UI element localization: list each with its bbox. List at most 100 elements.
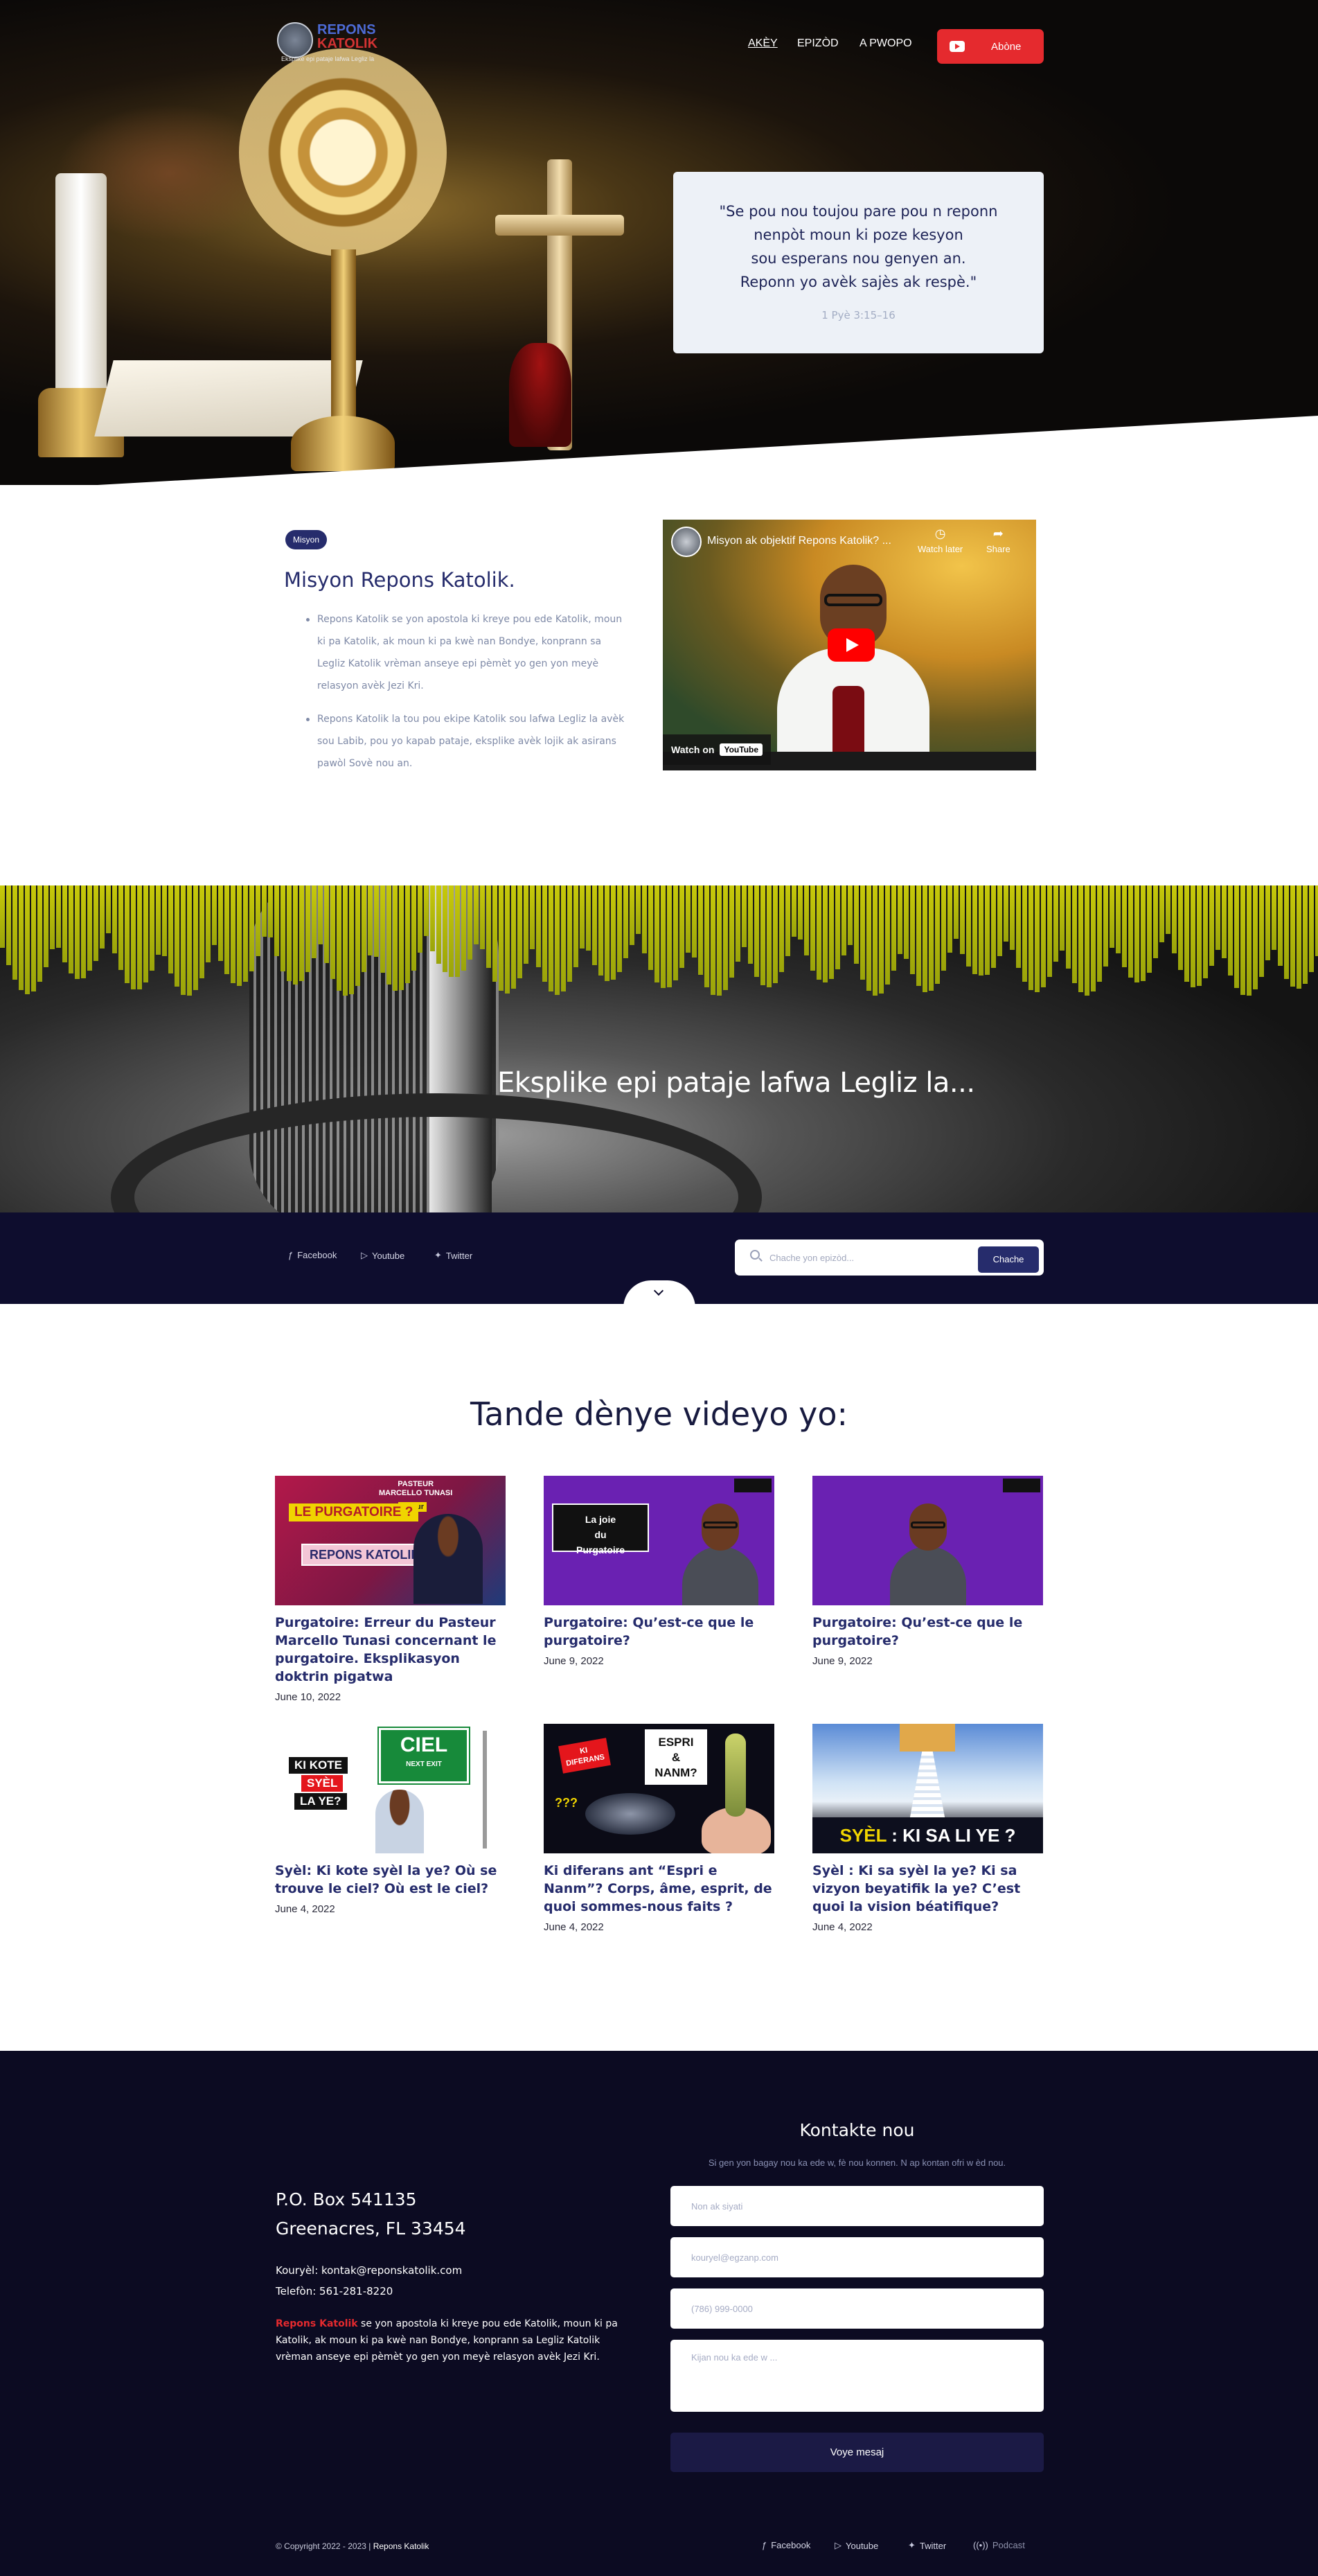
waveform-bar	[380, 885, 385, 973]
video-card[interactable]: SYÈL : KI SA LI YE ? Syèl : Ki sa syèl l…	[812, 1724, 1043, 1933]
waveform-bar	[979, 885, 983, 976]
footer-link-twitter[interactable]: ✦ Twitter	[908, 2540, 946, 2551]
footer-link-youtube[interactable]: ▷ Youtube	[835, 2540, 878, 2551]
video-thumbnail[interactable]: KI DIFERANS ESPRI & NANM? ???	[544, 1724, 774, 1853]
waveform-bar	[312, 885, 317, 959]
subscribe-button[interactable]: Abòne	[937, 29, 1044, 64]
waveform-bar	[162, 885, 167, 957]
waveform-bar	[287, 885, 292, 981]
waveform-bar	[262, 885, 267, 937]
channel-avatar[interactable]	[671, 527, 702, 557]
waveform-bar	[193, 885, 198, 991]
video-card[interactable]: KI KOTE SYÈL LA YE? CIEL NEXT EXIT Syèl: …	[275, 1724, 506, 1915]
waveform-bar	[1004, 885, 1008, 942]
social-link-youtube[interactable]: ▷ Youtube	[361, 1250, 404, 1261]
video-thumbnail[interactable]: La joie du Purgatoire	[544, 1476, 774, 1605]
waveform-bar	[704, 885, 709, 988]
waveform-bar	[1184, 885, 1189, 982]
copyright-brand[interactable]: Repons Katolik	[373, 2541, 429, 2551]
name-field[interactable]	[670, 2186, 1044, 2226]
social-link-facebook[interactable]: ƒ Facebook	[288, 1250, 337, 1260]
waveform-bar	[1022, 885, 1027, 982]
phone-line[interactable]: Telefòn: 561-281-8220	[276, 2281, 462, 2302]
waveform-bar	[1091, 885, 1096, 992]
video-title[interactable]: Purgatoire: Erreur du Pasteur Marcello T…	[275, 1614, 506, 1686]
video-card[interactable]: KI DIFERANS ESPRI & NANM? ??? Ki diferan…	[544, 1724, 774, 1933]
email-line[interactable]: Kouryèl: kontak@reponskatolik.com	[276, 2260, 462, 2281]
phone-field[interactable]	[670, 2288, 1044, 2329]
video-title[interactable]: Syèl: Ki kote syèl la ye? Où se trouve l…	[275, 1862, 506, 1898]
youtube-icon: ▷	[835, 2540, 841, 2550]
social-link-twitter[interactable]: ✦ Twitter	[434, 1250, 472, 1261]
waveform-bar	[891, 885, 896, 971]
waveform-bar	[1010, 885, 1015, 950]
video-thumbnail[interactable]: PASTEUR MARCELLO TUNASI Erreur LE PURGAT…	[275, 1476, 506, 1605]
waveform-bar	[536, 885, 541, 967]
video-title[interactable]: Misyon ak objektif Repons Katolik? ...	[707, 535, 891, 547]
footer-link-facebook[interactable]: ƒ Facebook	[762, 2540, 810, 2550]
waveform-bar	[374, 885, 379, 958]
monstrance-base	[291, 416, 395, 471]
waveform-bar	[112, 885, 117, 953]
video-thumbnail[interactable]	[812, 1476, 1043, 1605]
waveform-bar	[810, 885, 815, 971]
video-thumbnail[interactable]: KI KOTE SYÈL LA YE? CIEL NEXT EXIT	[275, 1724, 506, 1853]
waveform-bar	[947, 885, 952, 953]
video-card[interactable]: PASTEUR MARCELLO TUNASI Erreur LE PURGAT…	[275, 1476, 506, 1703]
waveform-bar	[972, 885, 977, 975]
nav-epizod[interactable]: EPIZÒD	[797, 37, 839, 50]
email-field[interactable]	[670, 2237, 1044, 2277]
channel-logo	[734, 1479, 772, 1492]
waveform-bar	[866, 885, 871, 991]
presenter-figure	[682, 1503, 758, 1605]
logo-text-bottom: KATOLIK	[317, 36, 378, 51]
logo-tagline: Eksplike epi pataje lafwa Legliz la	[281, 55, 375, 62]
video-title[interactable]: Syèl : Ki sa syèl la ye? Ki sa vizyon be…	[812, 1862, 1043, 1916]
waveform-bar	[1215, 885, 1220, 951]
waveform-bar	[1309, 885, 1314, 973]
waveform-bar	[860, 885, 865, 980]
video-title[interactable]: Ki diferans ant “Espri e Nanm”? Corps, â…	[544, 1862, 774, 1916]
video-thumbnail[interactable]: SYÈL : KI SA LI YE ?	[812, 1724, 1043, 1853]
message-field[interactable]	[670, 2340, 1044, 2412]
waveform-bar	[268, 885, 273, 937]
waveform-bar	[461, 885, 466, 971]
waveform-bar	[873, 885, 878, 996]
send-message-button[interactable]: Voye mesaj	[670, 2433, 1044, 2472]
play-button[interactable]	[828, 628, 875, 662]
watch-on-youtube[interactable]: Watch on YouTube	[663, 734, 772, 765]
waveform-bar	[293, 885, 298, 985]
waveform-bar	[1147, 885, 1152, 973]
waveform-bar	[168, 885, 173, 974]
search-button[interactable]: Chache	[978, 1246, 1039, 1273]
waveform-bar	[823, 885, 828, 983]
footer-link-podcast[interactable]: ((•)) Podcast	[973, 2540, 1025, 2550]
video-title[interactable]: Purgatoire: Qu’est-ce que le purgatoire?	[812, 1614, 1043, 1650]
waveform-bar	[480, 885, 485, 950]
channel-logo	[1003, 1479, 1040, 1492]
waveform-bar	[1141, 885, 1146, 981]
video-card[interactable]: La joie du Purgatoire Purgatoire: Qu’est…	[544, 1476, 774, 1667]
waveform-bar	[12, 885, 17, 980]
waveform-bar	[1016, 885, 1021, 968]
youtube-embed[interactable]: Misyon ak objektif Repons Katolik? ... ◷…	[663, 520, 1036, 770]
presenter-figure	[375, 1790, 424, 1853]
waveform-bar	[530, 885, 535, 950]
video-card[interactable]: Purgatoire: Qu’est-ce que le purgatoire?…	[812, 1476, 1043, 1667]
waveform-bar	[330, 885, 335, 980]
waveform-bar	[916, 885, 921, 987]
scripture-quote: "Se pou nou toujou pare pou n reponn nen…	[719, 203, 998, 290]
nav-apwopo[interactable]: A PWOPO	[860, 37, 912, 50]
video-title[interactable]: Purgatoire: Qu’est-ce que le purgatoire?	[544, 1614, 774, 1650]
waveform-bar	[966, 885, 971, 967]
nav-akey[interactable]: AKÈY	[748, 37, 778, 50]
search-input[interactable]	[769, 1249, 970, 1267]
waveform-bar	[156, 885, 161, 955]
waveform-bar	[1041, 885, 1046, 988]
share-button[interactable]: ➦ Share	[986, 527, 1010, 554]
waveform-bar	[773, 885, 778, 983]
site-logo[interactable]: REPONS KATOLIK Eksplike epi pataje lafwa…	[277, 21, 388, 69]
microphone-mount	[111, 1093, 762, 1212]
youtube-icon: ▷	[361, 1250, 368, 1260]
watch-later-button[interactable]: ◷ Watch later	[918, 527, 963, 554]
